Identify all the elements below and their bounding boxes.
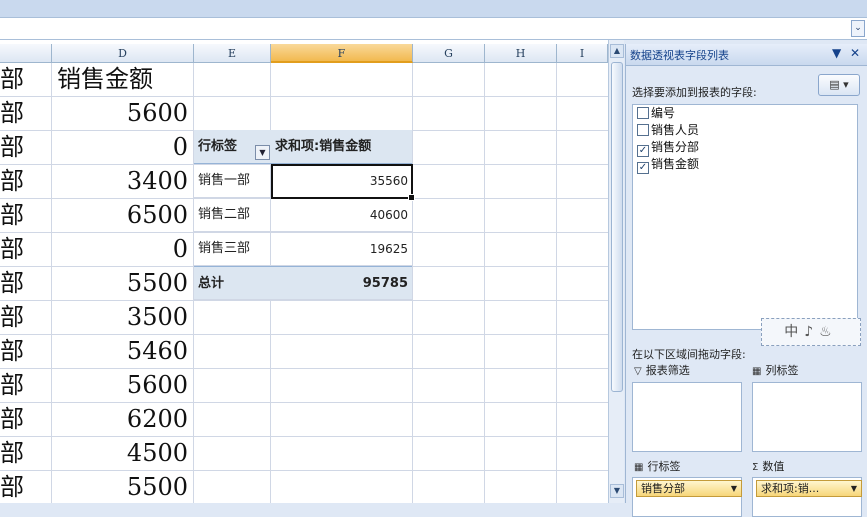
cell-d[interactable]: 3400 xyxy=(52,165,188,198)
column-grid-icon: ▦ xyxy=(752,366,762,377)
report-filter-drop-zone[interactable] xyxy=(632,382,742,452)
pane-menu-icon[interactable]: ▼ xyxy=(832,46,841,60)
value-field-item[interactable]: 求和项:销... ▼ xyxy=(756,480,862,497)
column-header-f[interactable]: F xyxy=(271,44,413,63)
sigma-icon: Σ xyxy=(752,462,759,473)
table-row[interactable]: 部 3500 xyxy=(0,301,608,335)
field-item-id[interactable]: 编号 xyxy=(633,105,857,122)
chevron-down-icon[interactable]: ▼ xyxy=(731,481,737,496)
column-labels-drop-zone[interactable] xyxy=(752,382,862,452)
pivot-total-label[interactable]: 总计 xyxy=(198,267,224,301)
values-zone-label: Σ 数值 xyxy=(752,460,785,473)
pivot-row-label[interactable]: 销售一部 xyxy=(198,164,250,198)
row-grid-icon: ▦ xyxy=(634,462,644,473)
cell-d[interactable]: 5600 xyxy=(52,97,188,130)
cell-d[interactable]: 5500 xyxy=(52,267,188,300)
ribbon-strip xyxy=(0,0,867,18)
pivot-total-row[interactable]: 总计 95785 xyxy=(194,266,412,300)
cell-d[interactable]: 5600 xyxy=(52,369,188,402)
column-header-c[interactable] xyxy=(0,44,52,63)
values-drop-zone[interactable]: 求和项:销... ▼ xyxy=(752,477,862,517)
table-row[interactable]: 部 5600 xyxy=(0,97,608,131)
cell-c[interactable]: 部 xyxy=(0,131,24,164)
scroll-down-icon[interactable]: ▼ xyxy=(610,484,624,498)
cell-c[interactable]: 部 xyxy=(0,437,24,470)
field-item-division[interactable]: ✓ 销售分部 xyxy=(633,139,857,157)
pivot-row-label[interactable]: 销售二部 xyxy=(198,198,250,232)
cell-c[interactable]: 部 xyxy=(0,233,24,266)
cell-c[interactable]: 部 xyxy=(0,97,24,130)
row-labels-drop-zone[interactable]: 销售分部 ▼ xyxy=(632,477,742,517)
field-item-amount[interactable]: ✓ 销售金额 xyxy=(633,156,857,174)
pivot-value-header[interactable]: 求和项:销售金额 xyxy=(271,130,412,164)
scroll-up-icon[interactable]: ▲ xyxy=(610,44,624,58)
cell-d[interactable]: 0 xyxy=(52,131,188,164)
cell-d[interactable]: 6200 xyxy=(52,403,188,436)
vertical-scrollbar[interactable]: ▲ ▼ xyxy=(608,40,624,503)
table-row[interactable]: 部 6200 xyxy=(0,403,608,437)
pivot-row[interactable]: 销售二部 40600 xyxy=(194,198,412,232)
formula-bar[interactable]: ⌄ xyxy=(0,18,867,40)
table-row[interactable]: 部 5460 xyxy=(0,335,608,369)
table-row[interactable]: 部 5500 xyxy=(0,471,608,503)
table-row[interactable]: 部 销售金额 xyxy=(0,63,608,97)
field-item-salesperson[interactable]: 销售人员 xyxy=(633,122,857,139)
pivot-row[interactable]: 销售三部 19625 xyxy=(194,232,412,266)
cell-c[interactable]: 部 xyxy=(0,471,24,503)
pivot-row-label[interactable]: 销售三部 xyxy=(198,232,250,266)
row-labels-zone-label: ▦ 行标签 xyxy=(634,460,681,473)
pivot-table: 行标签 ▼ 求和项:销售金额 销售一部 35560 销售二部 40600 销售三… xyxy=(194,130,412,300)
column-header-h[interactable]: H xyxy=(485,44,557,63)
spreadsheet-grid[interactable]: D E F G H I 部 销售金额 部 5600 部0 部 3400 部 6500 … xyxy=(0,40,608,503)
column-header-e[interactable]: E xyxy=(194,44,271,63)
report-filter-zone-label: ▽ 报表筛选 xyxy=(634,364,690,377)
cell-c[interactable]: 部 xyxy=(0,301,24,334)
column-header-d[interactable]: D xyxy=(52,44,194,63)
ime-toolbar[interactable]: 中♪♨ xyxy=(761,318,861,346)
chevron-down-icon[interactable]: ⌄ xyxy=(851,20,865,37)
unchecked-checkbox-icon[interactable] xyxy=(637,124,649,136)
cell-d-header[interactable]: 销售金额 xyxy=(57,63,193,96)
cell-c[interactable]: 部 xyxy=(0,165,24,198)
column-header-g[interactable]: G xyxy=(413,44,485,63)
cell-c[interactable]: 部 xyxy=(0,403,24,436)
pane-title-bar: 数据透视表字段列表 ▼ ✕ xyxy=(626,44,867,66)
active-cell-cursor xyxy=(271,164,415,201)
table-row[interactable]: 部 4500 xyxy=(0,437,608,471)
pivot-row-label-header[interactable]: 行标签 xyxy=(198,130,237,164)
drag-fields-hint: 在以下区域间拖动字段: xyxy=(632,348,746,361)
close-icon[interactable]: ✕ xyxy=(850,46,860,60)
table-row[interactable]: 部 5600 xyxy=(0,369,608,403)
cell-d[interactable]: 4500 xyxy=(52,437,188,470)
cell-d[interactable]: 3500 xyxy=(52,301,188,334)
cell-c[interactable]: 部 xyxy=(0,63,24,96)
cell-d[interactable]: 5460 xyxy=(52,335,188,368)
column-labels-zone-label: ▦ 列标签 xyxy=(752,364,799,377)
cell-d[interactable]: 0 xyxy=(52,233,188,266)
cell-d[interactable]: 6500 xyxy=(52,199,188,232)
checked-checkbox-icon[interactable]: ✓ xyxy=(637,162,649,174)
cell-c[interactable]: 部 xyxy=(0,369,24,402)
unchecked-checkbox-icon[interactable] xyxy=(637,107,649,119)
field-layout-button[interactable]: ▤ ▾ xyxy=(818,74,860,96)
pivot-header-row: 行标签 ▼ 求和项:销售金额 xyxy=(194,130,412,164)
cell-d[interactable]: 5500 xyxy=(52,471,188,503)
chevron-down-icon[interactable]: ▼ xyxy=(851,481,857,496)
cell-c[interactable]: 部 xyxy=(0,199,24,232)
row-field-item[interactable]: 销售分部 ▼ xyxy=(636,480,742,497)
cell-c[interactable]: 部 xyxy=(0,335,24,368)
cell-c[interactable]: 部 xyxy=(0,267,24,300)
column-headers: D E F G H I xyxy=(0,44,608,63)
field-list: 编号 销售人员 ✓ 销售分部 ✓ 销售金额 xyxy=(632,104,858,330)
column-header-i[interactable]: I xyxy=(557,44,608,63)
scroll-thumb[interactable] xyxy=(611,62,623,392)
filter-dropdown-icon[interactable]: ▼ xyxy=(255,145,270,160)
pivot-row-value[interactable]: 40600 xyxy=(271,198,412,232)
pivot-row-value[interactable]: 19625 xyxy=(271,232,412,266)
filter-icon: ▽ xyxy=(634,366,642,377)
pane-title: 数据透视表字段列表 xyxy=(630,49,729,62)
pivot-field-list-pane: 数据透视表字段列表 ▼ ✕ 选择要添加到报表的字段: ▤ ▾ 编号 销售人员 ✓… xyxy=(625,44,867,517)
pivot-total-value[interactable]: 95785 xyxy=(271,267,412,301)
